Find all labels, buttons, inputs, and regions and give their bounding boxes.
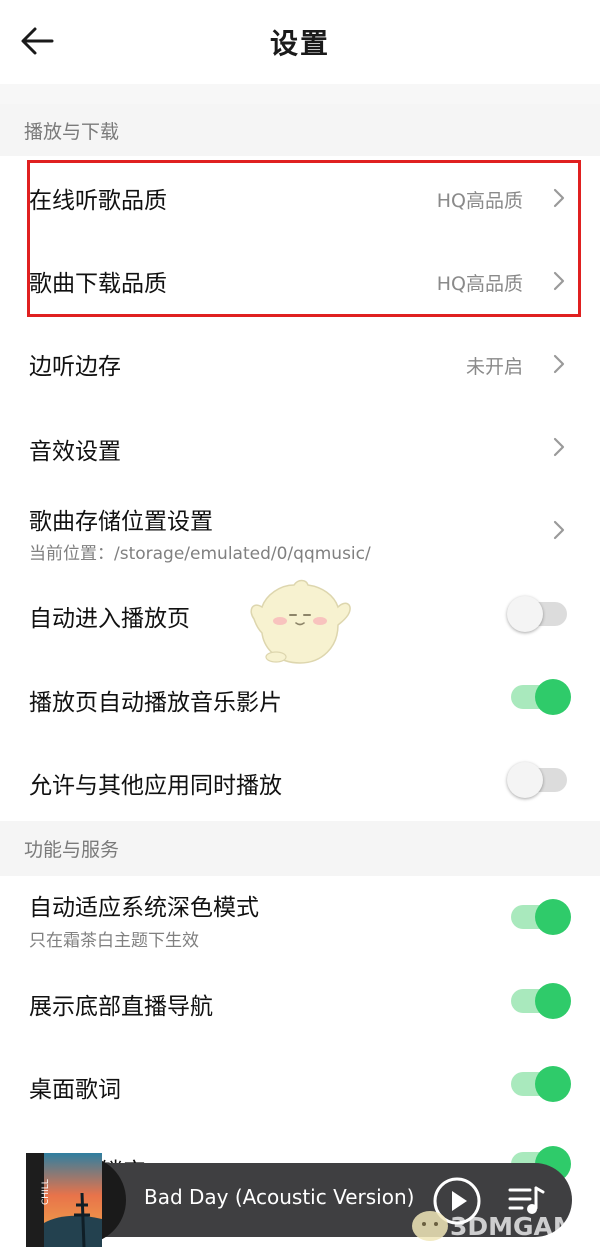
setting-label: 歌曲下载品质: [29, 271, 167, 297]
setting-label: 自动进入播放页: [29, 606, 190, 632]
setting-allow-mixed-playback: 允许与其他应用同时播放: [0, 738, 600, 821]
mascot-watermark: [250, 579, 351, 664]
setting-download-quality[interactable]: 歌曲下载品质 HQ高品质: [0, 239, 600, 322]
section-header-services: 功能与服务: [0, 821, 600, 876]
setting-sublabel: 当前位置：/storage/emulated/0/qqmusic/: [29, 544, 371, 564]
setting-value: HQ高品质: [436, 190, 523, 212]
toggle-switch[interactable]: [507, 983, 571, 1019]
toggle-switch[interactable]: [507, 1066, 571, 1102]
toggle-switch[interactable]: [507, 762, 569, 798]
toggle-switch[interactable]: [507, 679, 571, 715]
watermark-text: 3DMGAME: [450, 1212, 595, 1241]
setting-value: 未开启: [465, 356, 523, 378]
chevron-right-icon: [553, 271, 565, 291]
section-title: 功能与服务: [24, 839, 120, 861]
setting-online-quality[interactable]: 在线听歌品质 HQ高品质: [0, 156, 600, 239]
setting-label: 音效设置: [29, 439, 121, 465]
setting-value: HQ高品质: [436, 273, 523, 295]
chevron-right-icon: [553, 354, 565, 374]
chevron-right-icon: [553, 437, 565, 457]
setting-label: 允许与其他应用同时播放: [29, 773, 282, 799]
toggle-switch[interactable]: [507, 596, 569, 632]
setting-label: 桌面歌词: [29, 1077, 121, 1103]
setting-label: 歌曲存储位置设置: [29, 509, 213, 535]
setting-label: 自动适应系统深色模式: [29, 895, 259, 921]
chevron-right-icon: [553, 188, 565, 208]
setting-auto-dark-mode: 自动适应系统深色模式 只在霜茶白主题下生效: [0, 876, 600, 960]
top-bar: 设置: [0, 0, 600, 84]
watermark-logo: [412, 1211, 448, 1241]
setting-show-live-nav: 展示底部直播导航: [0, 960, 600, 1042]
setting-label: 在线听歌品质: [29, 188, 167, 214]
divider: [0, 84, 600, 104]
page-title: 设置: [269, 27, 330, 60]
section-title: 播放与下载: [24, 120, 120, 143]
setting-cache-while-listening[interactable]: 边听边存 未开启: [0, 322, 600, 405]
setting-label: 边听边存: [29, 354, 121, 380]
setting-storage-location[interactable]: 歌曲存储位置设置 当前位置：/storage/emulated/0/qqmusi…: [0, 488, 600, 574]
setting-sound-effects[interactable]: 音效设置: [0, 405, 600, 488]
setting-label: 展示底部直播导航: [29, 994, 213, 1020]
setting-sublabel: 只在霜茶白主题下生效: [29, 931, 199, 951]
setting-label: 播放页自动播放音乐影片: [29, 690, 282, 716]
now-playing-title[interactable]: Bad Day (Acoustic Version): [144, 1185, 414, 1209]
album-tag: CHILL: [41, 1179, 51, 1205]
toggle-switch[interactable]: [507, 899, 571, 935]
album-art[interactable]: CHILL: [26, 1153, 128, 1247]
section-header-playback: 播放与下载: [0, 104, 600, 156]
chevron-right-icon: [553, 520, 565, 540]
setting-desktop-lyrics: 桌面歌词: [0, 1042, 600, 1126]
